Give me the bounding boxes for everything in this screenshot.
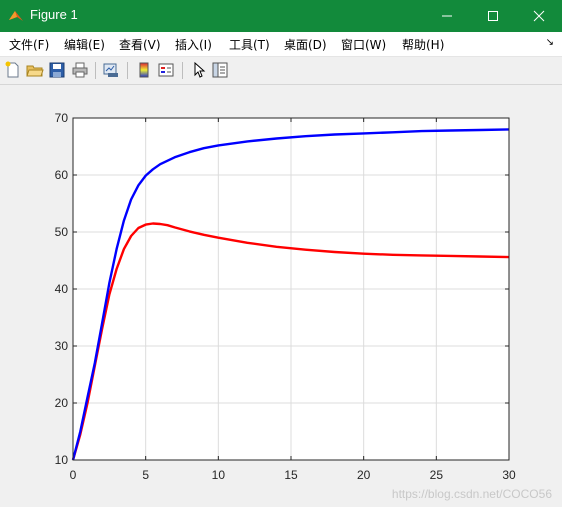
toolbar-separator <box>182 62 183 79</box>
maximize-icon <box>488 11 498 21</box>
window-title: Figure 1 <box>30 7 78 22</box>
y-tick-label: 20 <box>55 396 69 410</box>
minimize-icon <box>442 15 452 17</box>
menu-edit[interactable]: 编辑(E) <box>64 36 105 53</box>
x-tick-label: 15 <box>284 468 298 482</box>
matlab-icon <box>9 11 23 21</box>
y-tick-label: 50 <box>55 225 69 239</box>
menu-view[interactable]: 查看(V) <box>119 36 161 53</box>
menu-help[interactable]: 帮助(H) <box>402 36 444 53</box>
pointer-icon[interactable] <box>190 61 208 79</box>
figure-canvas[interactable]: 0 5 10 15 20 25 30 10 20 30 40 50 60 70 https://blog.… <box>0 85 562 507</box>
menu-overflow-icon[interactable]: ↘ <box>546 37 554 48</box>
colorbar-icon[interactable] <box>135 61 153 79</box>
x-tick-label: 30 <box>502 468 516 482</box>
y-tick-label: 10 <box>55 453 69 467</box>
open-file-icon[interactable] <box>26 61 44 79</box>
toolbar-separator <box>95 62 96 79</box>
y-tick-label: 60 <box>55 168 69 182</box>
menu-insert[interactable]: 插入(I) <box>175 36 212 53</box>
link-plot-icon[interactable] <box>102 61 120 79</box>
property-inspector-icon[interactable] <box>211 61 229 79</box>
new-figure-icon[interactable] <box>4 61 22 79</box>
print-icon[interactable] <box>71 61 89 79</box>
minimize-button[interactable] <box>424 0 470 32</box>
x-tick-label: 25 <box>430 468 444 482</box>
menu-desktop[interactable]: 桌面(D) <box>284 36 327 53</box>
menu-window[interactable]: 窗口(W) <box>341 36 386 53</box>
legend-icon[interactable] <box>157 61 175 79</box>
save-icon[interactable] <box>48 61 66 79</box>
x-tick-label: 10 <box>212 468 226 482</box>
close-icon <box>533 10 545 22</box>
toolbar <box>0 57 562 85</box>
x-tick-label: 20 <box>357 468 371 482</box>
close-button[interactable] <box>516 0 562 32</box>
menu-file[interactable]: 文件(F) <box>9 36 49 53</box>
menu-bar: 文件(F) 编辑(E) 查看(V) 插入(I) 工具(T) 桌面(D) 窗口(W… <box>0 32 562 57</box>
y-tick-label: 30 <box>55 339 69 353</box>
y-tick-label: 70 <box>55 111 69 125</box>
maximize-button[interactable] <box>470 0 516 32</box>
toolbar-separator <box>127 62 128 79</box>
menu-tools[interactable]: 工具(T) <box>229 36 270 53</box>
line-chart[interactable]: 0 5 10 15 20 25 30 10 20 30 40 50 60 70 <box>0 85 562 507</box>
y-tick-label: 40 <box>55 282 69 296</box>
x-tick-label: 0 <box>70 468 77 482</box>
title-bar: Figure 1 <box>0 0 562 32</box>
x-tick-label: 5 <box>142 468 149 482</box>
watermark: https://blog.csdn.net/COCO56 <box>391 487 552 501</box>
